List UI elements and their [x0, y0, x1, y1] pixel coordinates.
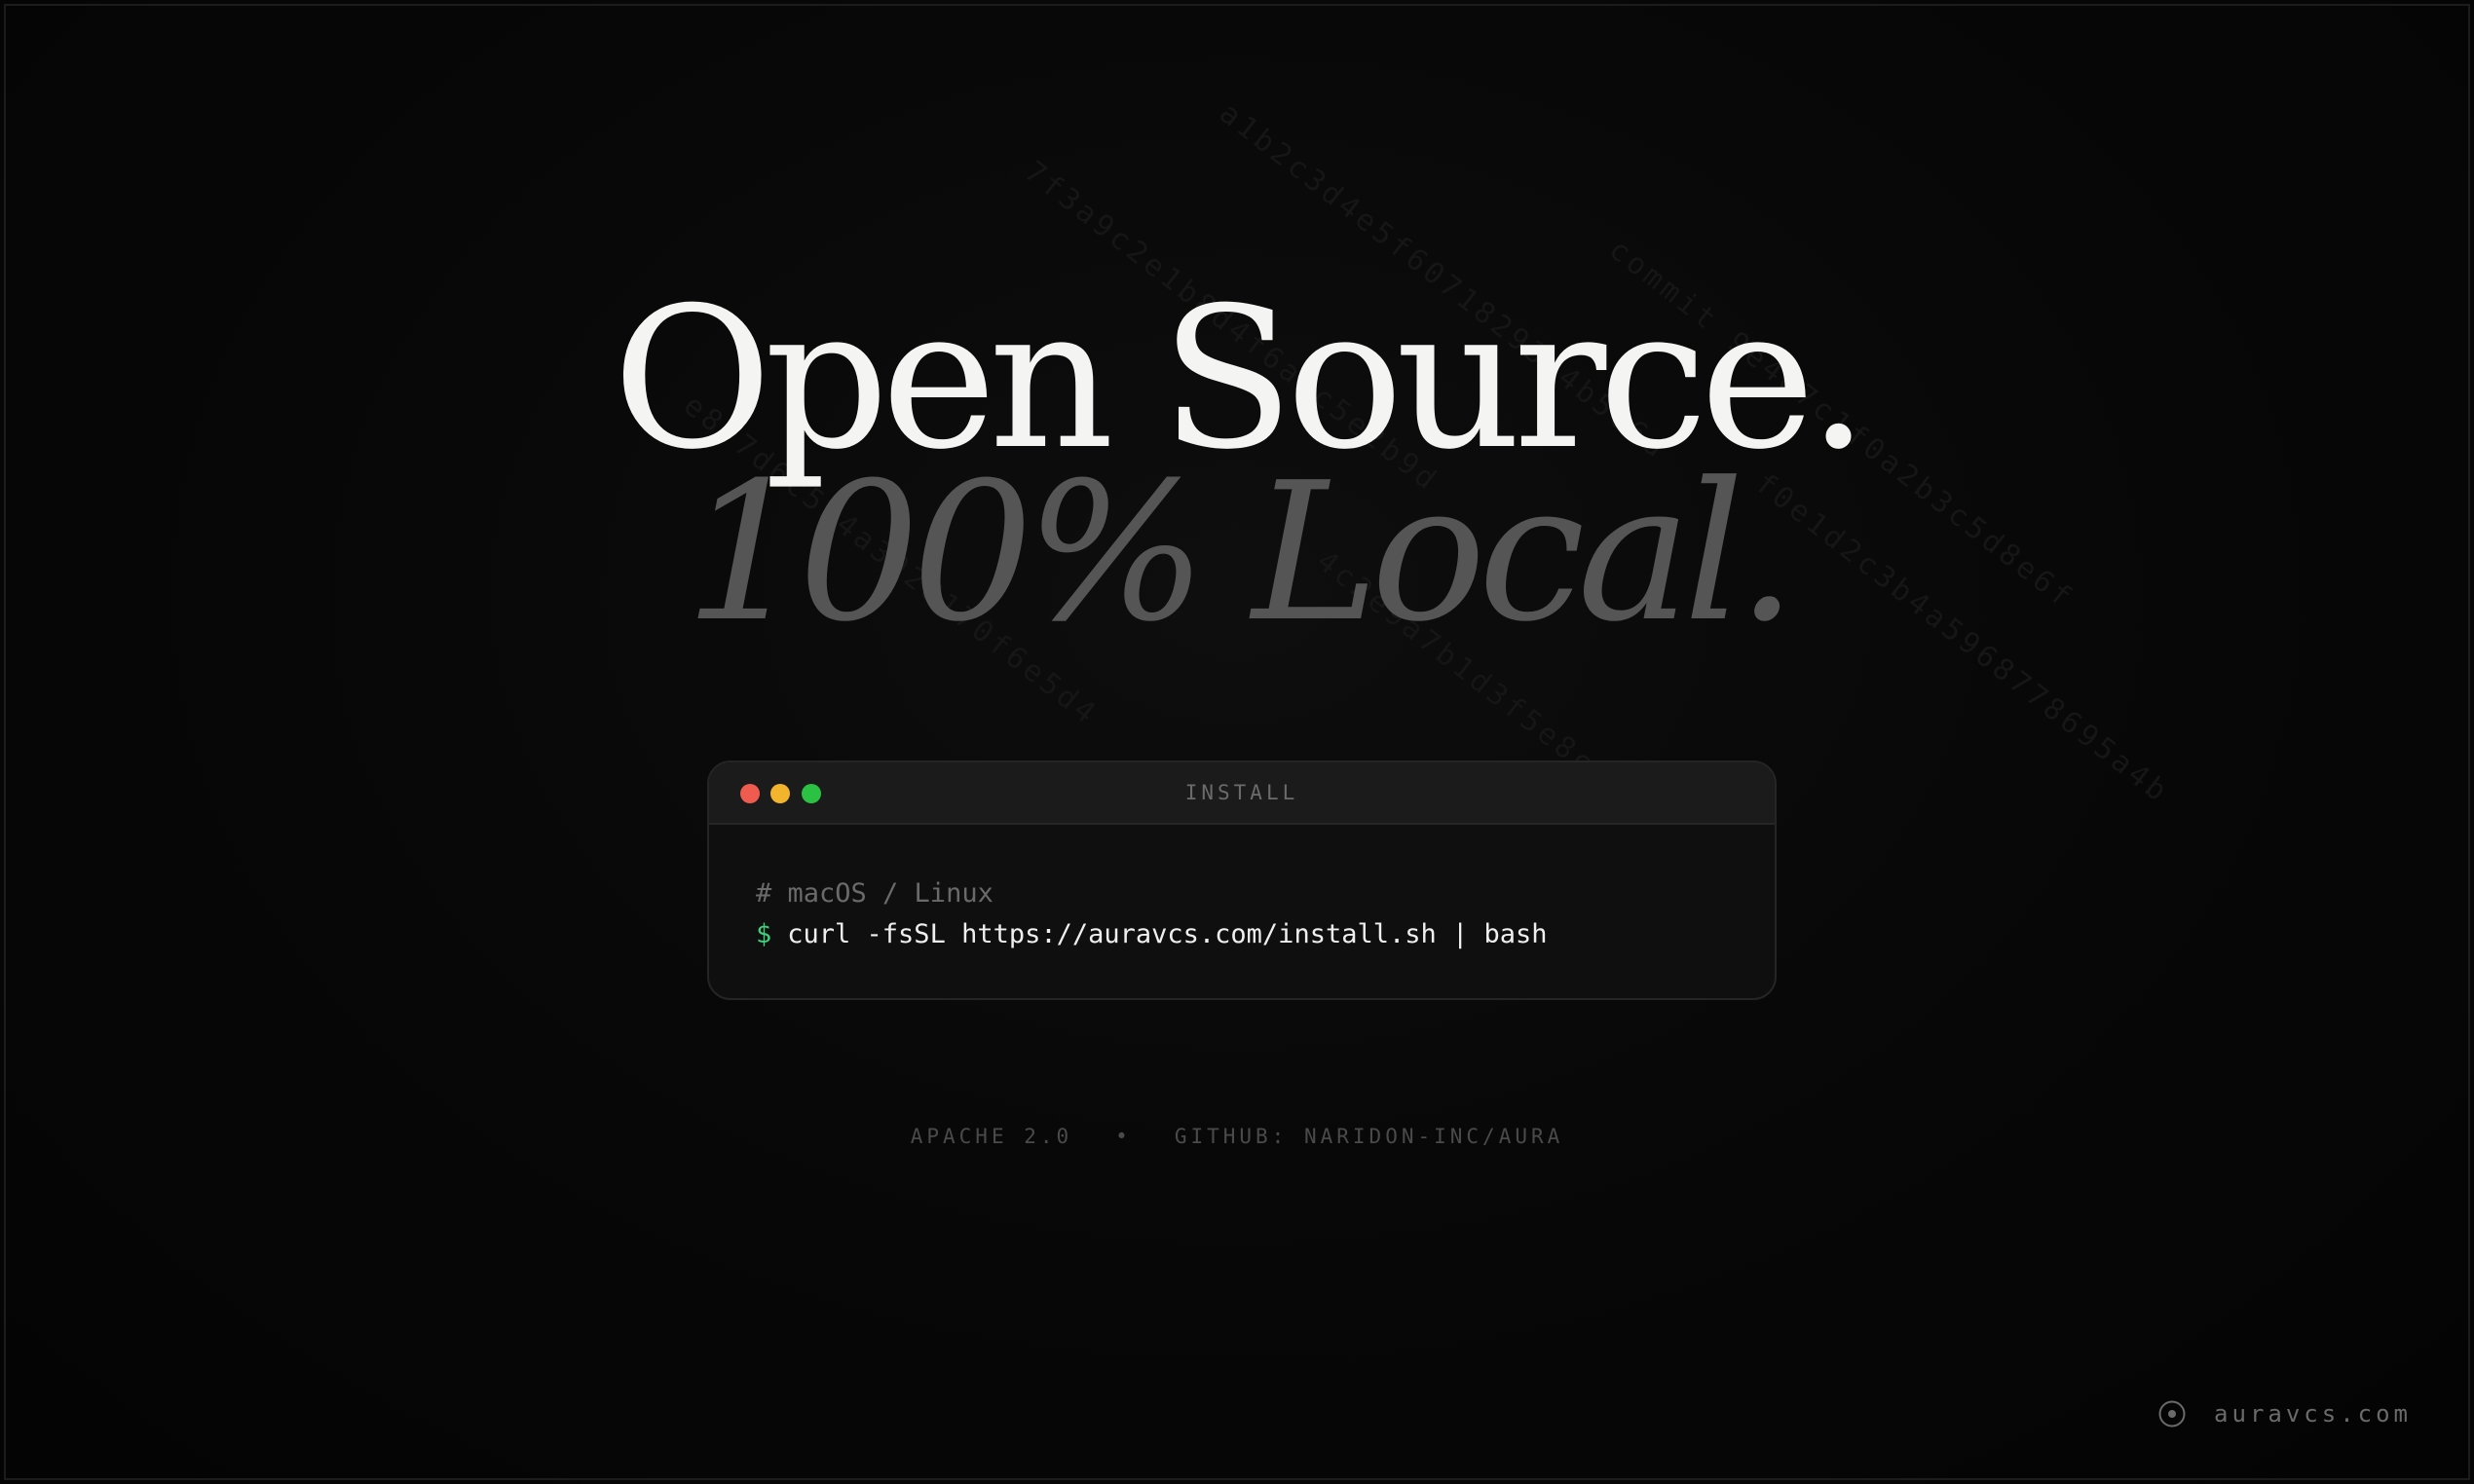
terminal-comment: # macOS / Linux	[756, 878, 993, 909]
brand-domain: auravcs.com	[2214, 1400, 2412, 1428]
brand-link[interactable]: auravcs.com	[2157, 1399, 2412, 1428]
prompt-symbol: $	[756, 919, 772, 949]
install-terminal: INSTALL # macOS / Linux $ curl -fsSL http…	[707, 761, 1777, 1000]
terminal-command-line[interactable]: $ curl -fsSL https://auravcs.com/install.…	[756, 914, 1728, 955]
footer-meta: APACHE 2.0 • GITHUB: NARIDON-INC/AURA	[0, 1125, 2474, 1148]
separator-dot: •	[1115, 1125, 1132, 1148]
background-code-streams: 7f3a9c2e1b8d4f6a0c5e2b9d a1b2c3d4e5f6071…	[0, 0, 2474, 1484]
target-icon	[2158, 1400, 2186, 1428]
github-repo-link[interactable]: GITHUB: NARIDON-INC/AURA	[1175, 1125, 1563, 1148]
terminal-title-bar: INSTALL	[709, 762, 1775, 825]
terminal-title: INSTALL	[1184, 781, 1299, 804]
page: 7f3a9c2e1b8d4f6a0c5e2b9d a1b2c3d4e5f6071…	[0, 0, 2474, 1484]
terminal-body[interactable]: # macOS / Linux $ curl -fsSL https://aura…	[709, 825, 1775, 955]
license-label: APACHE 2.0	[910, 1125, 1073, 1148]
page-frame	[4, 4, 2470, 1480]
subheadline: 100% Local.	[684, 442, 1797, 664]
install-command[interactable]: curl -fsSL https://auravcs.com/install.s…	[787, 919, 1547, 949]
